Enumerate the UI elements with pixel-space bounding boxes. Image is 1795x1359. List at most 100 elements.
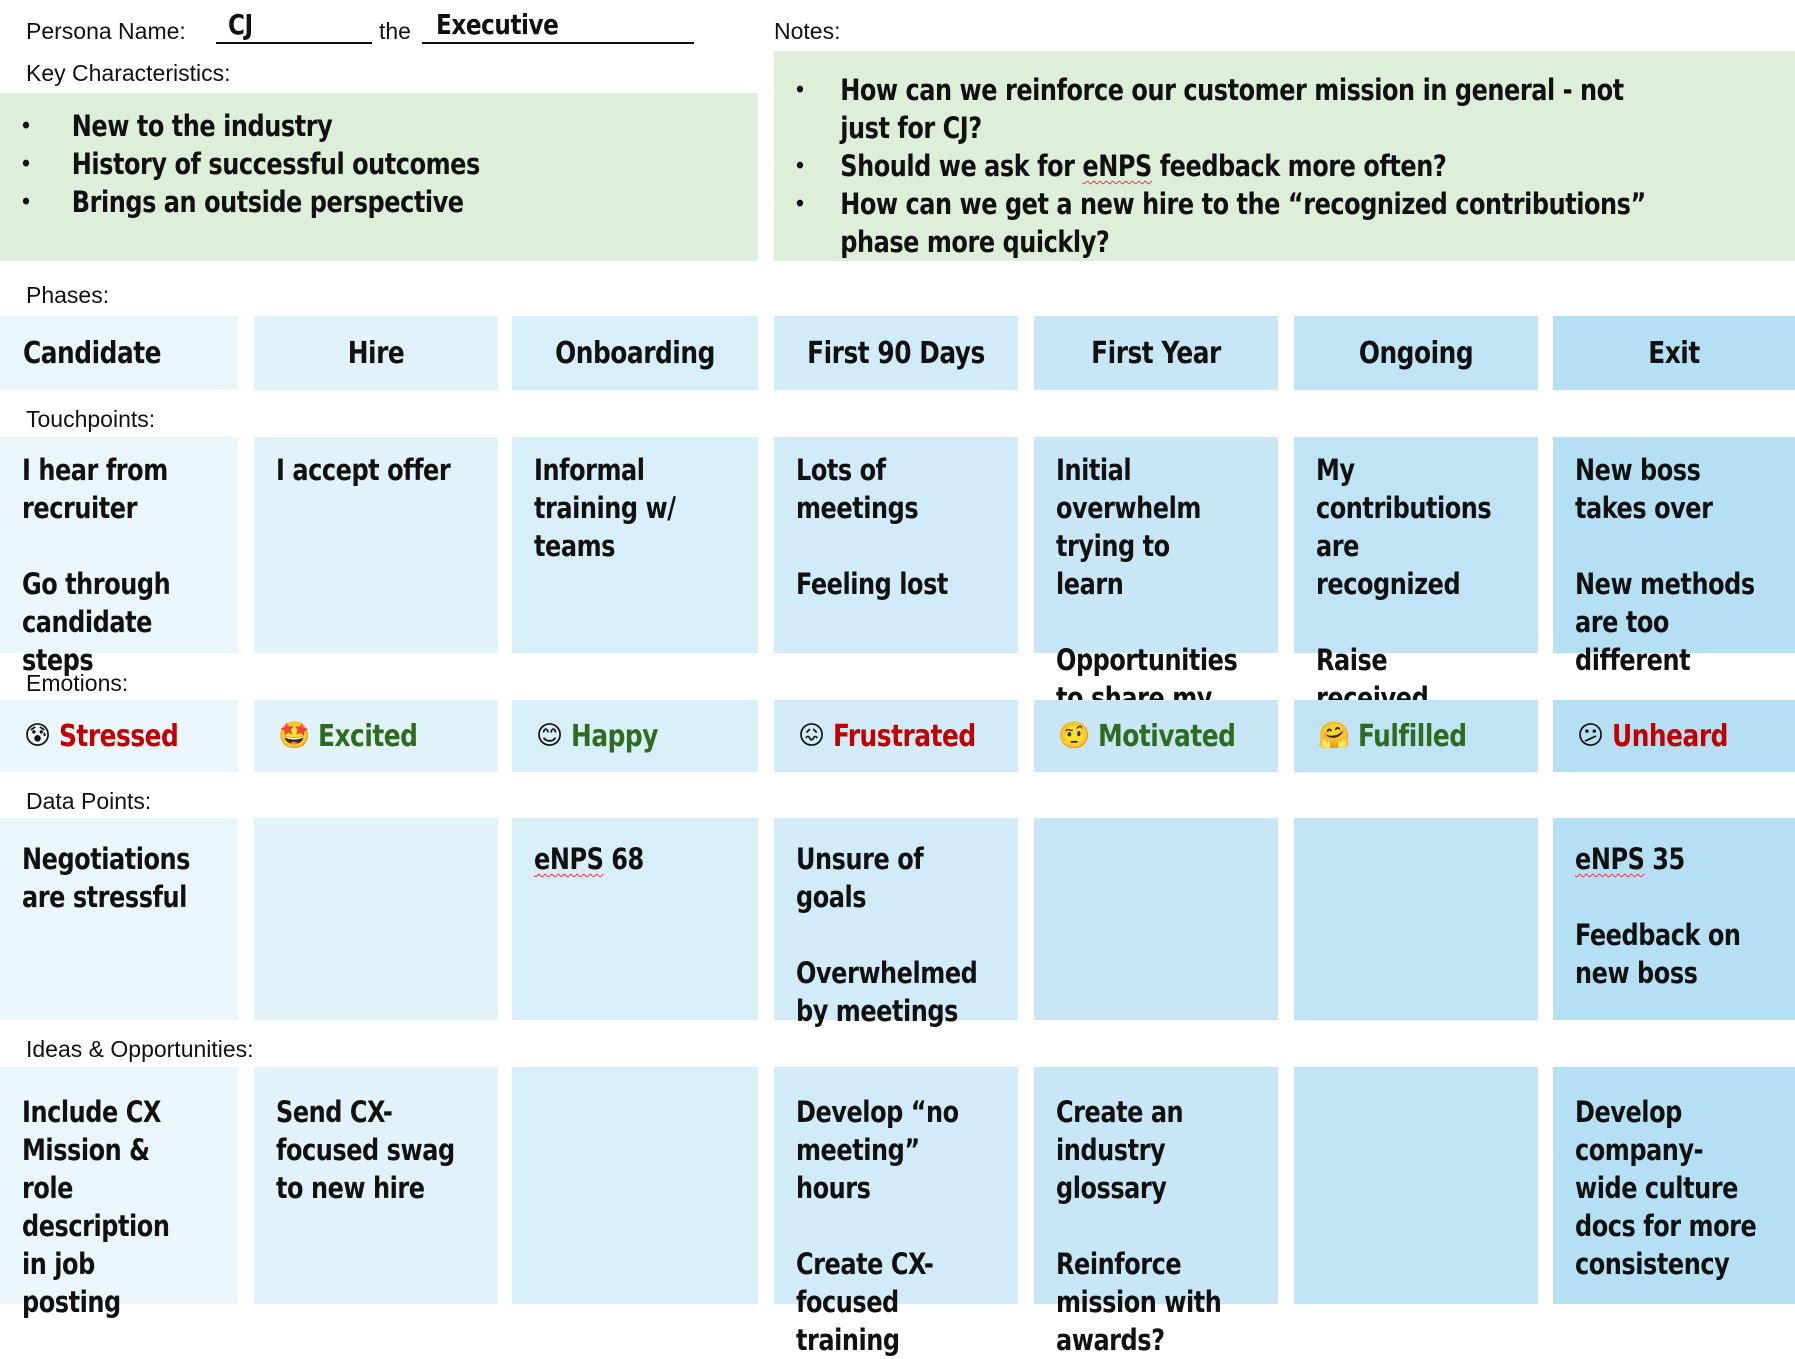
sticky-note-text: I hear from recruiter [22,453,168,525]
idea-cell: Include CX Mission & role description in… [0,1067,238,1319]
emotion-label: Frustrated [833,718,976,754]
data-points-label: Data Points: [26,788,152,814]
touchpoint-cell: Informal training w/ teams [512,437,758,653]
sticky-note-text: eNPS 35 [1575,842,1685,876]
sticky-note-text: eNPS 68 [534,842,644,876]
emotion-label: Stressed [59,718,179,754]
note-item: How can we get a new hire to the “recogn… [774,185,1677,261]
sticky-note-text: I accept offer [276,453,451,487]
phase-label: Exit [1648,335,1700,371]
phase-header-exit: Exit [1553,316,1795,390]
touchpoint-cell: My contributions are recognized Raise rec… [1294,437,1538,715]
idea-cell: Send CX-focused swag to new hire [254,1067,498,1304]
sticky-note-text: My contributions are recognized [1316,453,1492,601]
sticky-note-text: Lots of meetings [796,453,919,525]
star-struck-face-icon: 🤩 [278,721,311,751]
touchpoint-cell: Lots of meetings Feeling lost [774,437,1018,653]
phase-header-first-90-days: First 90 Days [774,316,1018,390]
confused-face-icon: 😕 [1577,721,1605,751]
note-item: How can we reinforce our customer missio… [774,71,1677,147]
persona-role-field[interactable]: Executive [422,8,694,44]
data-point-cell: eNPS 35 Feedback on new boss [1553,818,1795,1020]
data-point-cell [254,818,498,1020]
phases-label: Phases: [26,282,110,308]
persona-name-label: Persona Name: [26,18,186,44]
emotion-cell: 🤨 Motivated [1034,700,1278,772]
touchpoint-cell: I hear from recruiter Go through candidat… [0,437,238,677]
sticky-note-text: Send CX-focused swag to new hire [276,1095,455,1205]
sticky-note-text: Overwhelmed by meetings [796,956,978,1028]
phase-label: First Year [1091,335,1221,371]
sticky-note-text: New methods are too different [1575,567,1755,677]
hugging-face-icon: 🤗 [1318,721,1351,751]
key-characteristics-label: Key Characteristics: [26,60,231,86]
touchpoints-label: Touchpoints: [26,406,156,432]
emotion-cell: 🤩 Excited [254,700,498,772]
data-point-cell [1034,818,1278,1020]
phase-label: First 90 Days [807,335,985,371]
data-point-cell: Negotiations are stressful [0,818,238,1020]
raised-eyebrow-face-icon: 🤨 [1058,721,1091,751]
notes-label: Notes: [774,18,841,44]
emotion-cell: 😕 Unheard [1553,700,1795,772]
phase-label: Ongoing [1358,335,1474,371]
emotion-cell: 😖 Frustrated [774,700,1018,772]
characteristic-item: Brings an outside perspective [0,183,697,221]
notes-list: How can we reinforce our customer missio… [774,51,1795,261]
confounded-face-icon: 😖 [798,721,826,751]
phase-label: Candidate [23,335,162,371]
idea-cell: Develop company-wide culture docs for mo… [1553,1067,1795,1304]
sticky-note-text: New boss takes over [1575,453,1713,525]
ideas-label: Ideas & Opportunities: [26,1036,254,1062]
sticky-note-text: Initial overwhelm trying to learn [1056,453,1201,601]
sticky-note-text: Feeling lost [796,567,948,601]
emotion-cell: 😊 Happy [512,700,758,772]
data-point-cell: eNPS 68 [512,818,758,1020]
the-label: the [379,18,411,44]
sticky-note-text: Reinforce mission with awards? [1056,1247,1222,1357]
emotion-label: Motivated [1098,718,1236,754]
note-item: Should we ask for eNPS feedback more oft… [774,147,1677,185]
sticky-note-text: Create an industry glossary [1056,1095,1184,1205]
sticky-note-text: Go through candidate steps [22,567,171,677]
key-characteristics-box: New to the industry History of successfu… [0,93,758,261]
touchpoint-cell: New boss takes over New methods are too d… [1553,437,1795,677]
phase-header-hire: Hire [254,316,498,390]
sticky-note-text: Create CX-focused training [796,1247,934,1357]
phase-label: Hire [347,335,405,371]
phase-header-first-year: First Year [1034,316,1278,390]
emotion-label: Fulfilled [1358,718,1467,754]
characteristic-item: New to the industry [0,107,697,145]
sticky-note-text: Include CX Mission & role description in… [22,1095,170,1319]
persona-role-value: Executive [436,8,559,41]
emotion-label: Unheard [1612,718,1729,754]
idea-cell [512,1067,758,1304]
smiling-face-icon: 😊 [536,721,564,751]
idea-cell: Create an industry glossary Reinforce mis… [1034,1067,1278,1357]
anxious-sweat-face-icon: 😰 [24,721,52,751]
phase-header-candidate: Candidate [0,316,238,390]
persona-name-field[interactable]: CJ [216,8,372,44]
persona-name-value: CJ [228,8,253,41]
sticky-note-text: Develop company-wide culture docs for mo… [1575,1095,1757,1281]
sticky-note-text: Unsure of goals [796,842,924,914]
emotion-label: Happy [571,718,659,754]
touchpoint-cell: I accept offer [254,437,498,653]
data-point-cell: Unsure of goals Overwhelmed by meetings [774,818,1018,1028]
emotion-cell: 😰 Stressed [0,700,238,772]
notes-box: How can we reinforce our customer missio… [774,51,1795,261]
characteristic-item: History of successful outcomes [0,145,697,183]
sticky-note-text: Negotiations are stressful [22,842,191,914]
touchpoint-cell: Initial overwhelm trying to learn Opportu… [1034,437,1278,753]
phase-header-ongoing: Ongoing [1294,316,1538,390]
key-characteristics-list: New to the industry History of successfu… [0,93,758,221]
idea-cell [1294,1067,1538,1304]
phase-header-onboarding: Onboarding [512,316,758,390]
data-point-cell [1294,818,1538,1020]
sticky-note-text: Feedback on new boss [1575,918,1741,990]
sticky-note-text: Develop “no meeting” hours [796,1095,959,1205]
sticky-note-text: Informal training w/ teams [534,453,676,563]
emotion-cell: 🤗 Fulfilled [1294,700,1538,772]
idea-cell: Develop “no meeting” hours Create CX-focu… [774,1067,1018,1357]
phase-label: Onboarding [555,335,715,371]
